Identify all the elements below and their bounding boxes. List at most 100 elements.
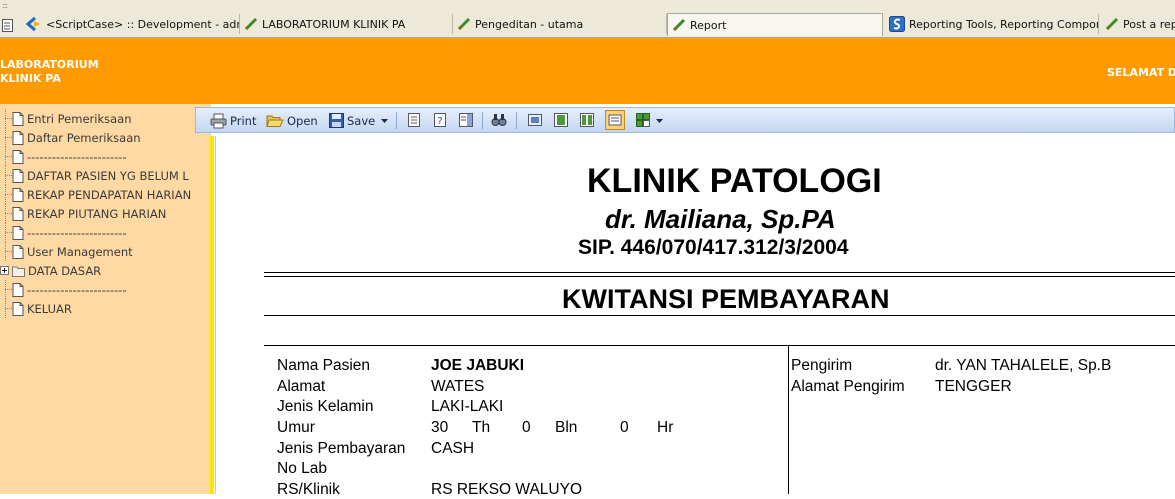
sip-number: SIP. 446/070/417.312/3/2004 — [578, 236, 849, 259]
toolbar-separator — [482, 112, 483, 129]
page-width-view-icon[interactable] — [553, 112, 569, 128]
app-brand: LABORATORIUM KLINIK PA — [0, 58, 99, 86]
column-divider — [788, 345, 789, 494]
toolbar-separator — [396, 112, 397, 129]
report-info-icon[interactable] — [458, 112, 474, 128]
browser-tab-pengeditan[interactable]: Pengeditan - utama — [453, 14, 667, 34]
sender-address-value: TENGGER — [935, 378, 1012, 395]
print-button[interactable]: Print — [210, 111, 256, 130]
header-rule — [264, 276, 1175, 277]
sidebar-item-label: Daftar Pemeriksaan — [27, 130, 141, 145]
browser-tab-label: LABORATORIUM KLINIK PA — [262, 17, 406, 31]
page-icon — [1105, 17, 1119, 31]
chevron-down-icon[interactable] — [655, 118, 664, 124]
site-icon — [889, 16, 905, 32]
tab-list-icon[interactable] — [2, 17, 14, 36]
sidebar-menu: Entri Pemeriksaan Daftar Pemeriksaan ---… — [0, 104, 193, 494]
browser-tab-label: Pengeditan - utama — [475, 17, 584, 31]
document-icon — [12, 225, 24, 240]
sidebar-item-label: User Management — [27, 244, 133, 259]
browser-tab-label: <ScriptCase> :: Development - admin — [46, 17, 240, 31]
page-icon — [244, 17, 258, 31]
address-value: WATES — [431, 378, 485, 395]
help-icon[interactable]: ? — [432, 112, 448, 128]
gender-label: Jenis Kelamin — [277, 398, 374, 415]
svg-text:?: ? — [437, 116, 442, 127]
open-button[interactable]: Open — [266, 111, 318, 130]
sidebar-item-label: REKAP PENDAPATAN HARIAN — [27, 187, 192, 202]
browser-tab-laboratorium[interactable]: LABORATORIUM KLINIK PA — [240, 14, 453, 34]
document-icon — [12, 282, 24, 297]
header-rule — [264, 272, 1175, 273]
sidebar-item-separator-3[interactable]: ------------------------ — [0, 280, 127, 299]
sidebar-item-label: Entri Pemeriksaan — [27, 111, 132, 126]
sidebar-item-keluar[interactable]: KELUAR — [0, 299, 72, 318]
sidebar-item-data-dasar[interactable]: DATA DASAR — [0, 261, 101, 280]
expand-icon[interactable] — [0, 261, 12, 280]
sender-label: Pengirim — [791, 357, 853, 374]
frame-splitter[interactable] — [193, 104, 214, 494]
payment-value: CASH — [431, 440, 475, 457]
sidebar-item-label: KELUAR — [27, 301, 72, 316]
age-days-value: 0 — [620, 419, 629, 436]
sender-value: dr. YAN TAHALELE, Sp.B — [935, 357, 1112, 374]
print-label: Print — [230, 113, 257, 128]
sidebar-item-label: ------------------------ — [27, 225, 127, 240]
document-icon — [12, 168, 24, 183]
sidebar-item-daftar-pemeriksaan[interactable]: Daftar Pemeriksaan — [0, 128, 141, 147]
browser-tab-label: Post a repl — [1123, 17, 1175, 31]
brand-line-1: LABORATORIUM — [0, 58, 99, 71]
sidebar-item-user-management[interactable]: User Management — [0, 242, 133, 261]
sender-address-label: Alamat Pengirim — [791, 378, 905, 395]
browser-tab-reporting-tools[interactable]: Reporting Tools, Reporting Compone... — [885, 14, 1099, 34]
sidebar-item-label: DATA DASAR — [28, 263, 102, 278]
browser-tab-post-reply[interactable]: Post a repl — [1101, 14, 1175, 34]
sidebar-item-rekap-piutang[interactable]: REKAP PIUTANG HARIAN — [0, 204, 166, 223]
browser-tab-bar: <ScriptCase> :: Development - admin LABO… — [0, 11, 1175, 38]
document-icon — [12, 244, 24, 259]
receipt-title: KWITANSI PEMBAYARAN — [562, 284, 890, 314]
document-icon — [12, 301, 24, 316]
browser-tab-label: Report — [690, 18, 727, 32]
folder-icon — [12, 266, 25, 277]
two-page-view-icon[interactable] — [579, 112, 595, 128]
document-icon — [12, 111, 24, 126]
document-icon — [12, 149, 24, 164]
toolbar-separator — [516, 112, 517, 129]
patient-name-value: JOE JABUKI — [431, 357, 525, 374]
page-setup-icon[interactable] — [406, 112, 422, 128]
welcome-text: SELAMAT DA — [1107, 66, 1175, 79]
page-icon — [457, 17, 471, 31]
table-top-rule — [264, 345, 1175, 346]
patient-name-label: Nama Pasien — [277, 357, 371, 374]
sidebar-item-daftar-pasien[interactable]: DAFTAR PASIEN YG BELUM L — [0, 166, 189, 185]
sidebar-item-separator-2[interactable]: ------------------------ — [0, 223, 127, 242]
grip-handle[interactable]: ::: — [2, 1, 8, 10]
payment-label: Jenis Pembayaran — [277, 440, 406, 457]
save-label: Save — [347, 113, 376, 128]
sidebar-item-rekap-pendapatan[interactable]: REKAP PENDAPATAN HARIAN — [0, 185, 191, 204]
continuous-view-icon[interactable] — [605, 110, 625, 130]
clinic-label: RS/Klinik — [277, 481, 340, 498]
multiple-pages-icon[interactable] — [635, 112, 651, 128]
age-days-unit: Hr — [657, 419, 674, 436]
find-icon[interactable] — [491, 112, 507, 128]
sidebar-item-entri-pemeriksaan[interactable]: Entri Pemeriksaan — [0, 109, 131, 128]
save-button[interactable]: Save — [329, 111, 392, 130]
browser-tab-report[interactable]: Report — [667, 13, 883, 36]
chevron-down-icon — [381, 118, 389, 123]
document-icon — [12, 130, 24, 145]
sidebar-item-separator-1[interactable]: ------------------------ — [0, 147, 127, 166]
age-label: Umur — [277, 419, 315, 436]
sidebar-item-label: REKAP PIUTANG HARIAN — [27, 206, 167, 221]
sidebar-item-label: ------------------------ — [27, 149, 127, 164]
gender-value: LAKI-LAKI — [431, 398, 504, 415]
address-label: Alamat — [277, 378, 326, 395]
browser-tab-label: Reporting Tools, Reporting Compone... — [909, 17, 1099, 31]
single-page-view-icon[interactable] — [527, 112, 543, 128]
folder-open-icon — [266, 115, 284, 127]
browser-tab-scriptcase[interactable]: <ScriptCase> :: Development - admin — [22, 14, 240, 34]
open-label: Open — [287, 113, 318, 128]
lab-number-label: No Lab — [277, 460, 327, 477]
clinic-name: KLINIK PATOLOGI — [587, 162, 882, 200]
